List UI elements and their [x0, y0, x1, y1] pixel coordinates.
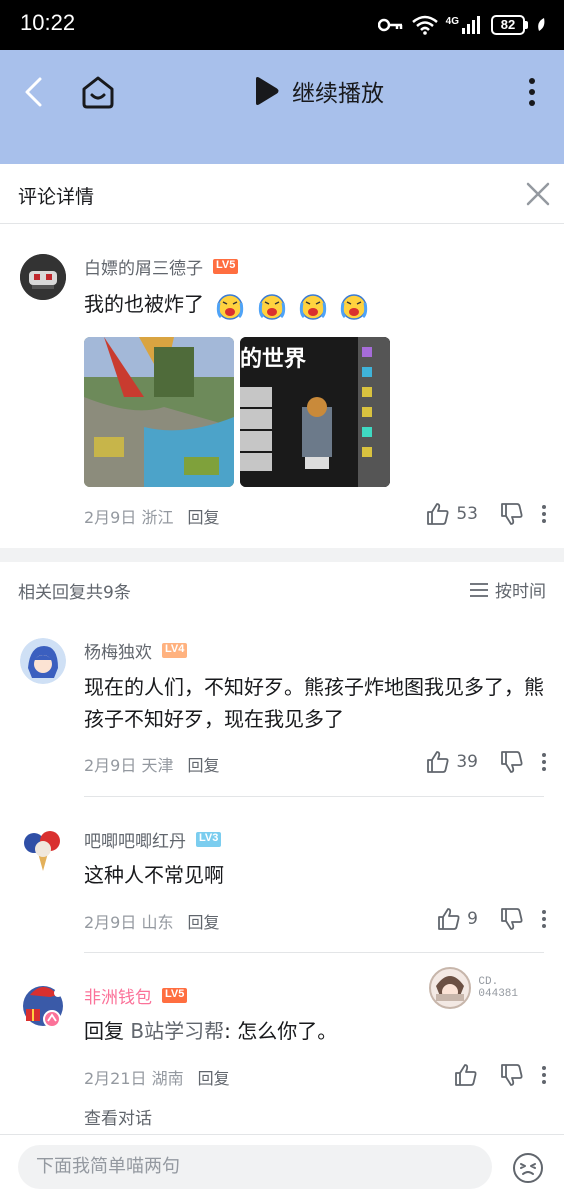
comment-actions: [454, 1063, 550, 1087]
continue-play-button[interactable]: 继续播放: [252, 74, 384, 108]
fan-badge-avatar: [429, 967, 472, 1009]
avatar[interactable]: [20, 827, 66, 873]
status-time: 10:22: [20, 10, 76, 35]
key-icon: [377, 18, 402, 32]
more-vertical-icon[interactable]: [538, 502, 550, 526]
main-comment: 白嫖的屑三德子 LV5 我的也被炸了 的世界 2月9日 浙江 回复 53: [0, 224, 564, 546]
reply-item: 吧唧吧唧红丹 LV3 这种人不常见啊 2月9日 山东 回复 9: [0, 797, 564, 953]
reply-button[interactable]: 回复: [187, 504, 219, 528]
more-vertical-icon[interactable]: [538, 750, 550, 774]
comment-input[interactable]: 下面我简单喵两句: [18, 1145, 492, 1189]
like-button[interactable]: 53: [426, 502, 478, 526]
avatar[interactable]: [20, 983, 66, 1029]
level-badge: LV4: [162, 643, 188, 658]
like-count: 53: [456, 504, 478, 524]
fan-badge-number: CD. 044381: [478, 976, 518, 1000]
sort-label: 按时间: [495, 582, 546, 602]
thumbs-up-icon: [427, 751, 449, 773]
emoji-icon[interactable]: [512, 1152, 544, 1184]
comment-actions: 53: [426, 502, 550, 526]
page-title: 评论详情: [18, 186, 95, 208]
video-top-bar: 继续播放: [0, 50, 564, 164]
leaf-icon: [538, 18, 545, 31]
more-vertical-icon[interactable]: [520, 76, 544, 108]
battery-level: 82: [491, 15, 525, 35]
comment-author[interactable]: 白嫖的屑三德子 LV5: [84, 254, 239, 279]
comment-detail-header: 评论详情: [0, 164, 564, 224]
thumbs-down-icon[interactable]: [500, 1063, 524, 1087]
reply-count: 相关回复共9条: [18, 583, 131, 603]
reply-button[interactable]: 回复: [198, 1065, 230, 1089]
comment-meta: 2月9日 山东 回复: [84, 909, 220, 933]
more-vertical-icon[interactable]: [538, 1063, 550, 1087]
thumbs-up-icon: [455, 1064, 477, 1086]
section-separator: [0, 548, 564, 562]
wifi-icon: [411, 15, 438, 35]
comment-meta: 2月9日 浙江 回复: [84, 504, 220, 528]
username[interactable]: 白嫖的屑三德子: [84, 254, 203, 279]
thumbs-up-icon: [438, 908, 460, 930]
like-count: 39: [456, 752, 478, 772]
status-bar: 10:22 4G 82: [0, 0, 564, 50]
comment-meta: 2月21日 湖南 回复: [84, 1065, 230, 1089]
continue-play-label: 继续播放: [292, 81, 384, 107]
comment-date: 2月9日 山东: [84, 913, 174, 932]
comment-date: 2月9日 浙江: [84, 508, 174, 527]
avatar[interactable]: [20, 638, 66, 684]
fan-badge: CD. 044381: [428, 966, 518, 1010]
replies-header: 相关回复共9条 按时间: [0, 562, 564, 612]
reply-item: 杨梅独欢 LV4 现在的人们，不知好歹。熊孩子炸地图我见多了，熊孩子不知好歹，现…: [0, 612, 564, 798]
thumbs-down-icon[interactable]: [500, 502, 524, 526]
comment-text: 现在的人们，不知好歹。熊孩子炸地图我见多了，熊孩子不知好歹，现在我见多了: [84, 675, 544, 731]
comment-image-2[interactable]: 的世界: [240, 337, 390, 487]
status-icons: 4G 82: [377, 12, 546, 38]
comment-text: 我的也被炸了: [84, 288, 544, 321]
reply-prefix: 回复: [84, 1019, 131, 1043]
comment-body: 我的也被炸了: [84, 292, 204, 316]
comment-date: 2月9日 天津: [84, 756, 174, 775]
back-arrow-icon[interactable]: [20, 76, 50, 108]
username[interactable]: 杨梅独欢: [84, 638, 152, 663]
network-type: 4G: [445, 15, 459, 27]
like-button[interactable]: 39: [426, 750, 478, 774]
level-badge: LV3: [196, 832, 222, 847]
sort-icon: [470, 582, 488, 597]
reply-button[interactable]: 回复: [187, 909, 219, 933]
username[interactable]: 吧唧吧唧红丹: [84, 827, 186, 852]
username[interactable]: 非洲钱包: [84, 983, 152, 1008]
comment-author[interactable]: 杨梅独欢 LV4: [84, 638, 188, 663]
play-icon: [256, 77, 279, 105]
comment-actions: 9: [437, 907, 550, 931]
comment-input-bar: 下面我简单喵两句: [0, 1134, 564, 1200]
home-icon[interactable]: [80, 74, 116, 110]
comment-image-1[interactable]: [84, 337, 234, 487]
comment-text: 这种人不常见啊: [84, 863, 224, 887]
reply-target-link[interactable]: B站学习帮: [130, 1019, 224, 1043]
view-conversation-link[interactable]: 查看对话: [84, 1104, 152, 1129]
thumbs-down-icon[interactable]: [500, 750, 524, 774]
level-badge: LV5: [162, 988, 188, 1003]
battery-icon: 82: [491, 15, 528, 35]
crying-emoji-icon: [210, 292, 369, 320]
like-count: 9: [467, 909, 478, 929]
sort-button[interactable]: 按时间: [469, 577, 546, 602]
comment-author[interactable]: 吧唧吧唧红丹 LV3: [84, 827, 222, 852]
comment-actions: 39: [426, 750, 550, 774]
thumbs-up-icon: [427, 503, 449, 525]
like-button[interactable]: 9: [437, 907, 478, 931]
thumbs-down-icon[interactable]: [500, 907, 524, 931]
comment-author[interactable]: 非洲钱包 LV5: [84, 983, 188, 1008]
level-badge: LV5: [213, 259, 239, 274]
comment-text: 回复 B站学习帮: 怎么你了。: [84, 1015, 544, 1047]
comment-body: : 怎么你了。: [224, 1019, 338, 1043]
image-caption: 的世界: [240, 347, 307, 372]
comment-meta: 2月9日 天津 回复: [84, 752, 220, 776]
like-button[interactable]: [454, 1063, 478, 1087]
avatar[interactable]: [20, 254, 66, 300]
reply-button[interactable]: 回复: [187, 752, 219, 776]
close-icon[interactable]: [524, 180, 552, 208]
signal-icon: [462, 16, 480, 34]
more-vertical-icon[interactable]: [538, 907, 550, 931]
comment-date: 2月21日 湖南: [84, 1069, 184, 1088]
